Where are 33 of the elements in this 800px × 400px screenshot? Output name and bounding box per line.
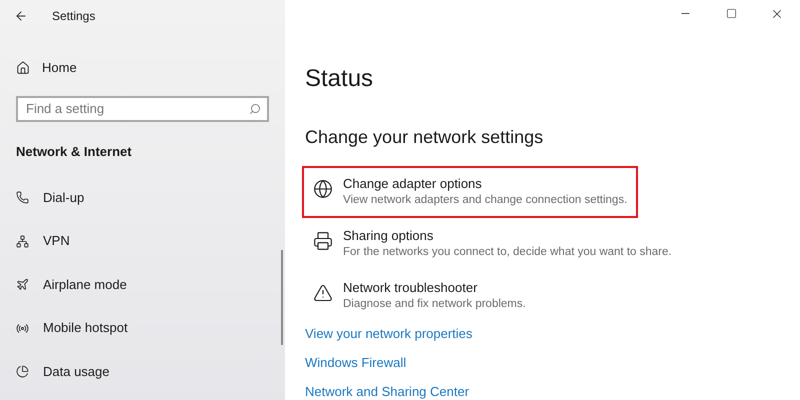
option-title[interactable]: Change adapter options <box>343 175 628 192</box>
window-title: Settings <box>52 8 96 25</box>
broadcast-icon <box>16 322 29 334</box>
section-heading: Network & Internet <box>16 142 133 160</box>
option-description: For the networks you connect to, decide what you want to share. <box>343 245 672 260</box>
option-title[interactable]: Network troubleshooter <box>343 279 526 296</box>
maximize-icon <box>726 8 736 19</box>
settings-link[interactable]: View your network properties <box>305 326 800 342</box>
option-description: Diagnose and fix network problems. <box>343 297 526 312</box>
network-icon <box>16 234 29 248</box>
nav-item[interactable]: Data usage <box>43 362 110 382</box>
search-icon[interactable] <box>249 102 261 114</box>
nav-item[interactable]: Mobile hotspot <box>43 318 128 338</box>
settings-link[interactable]: Network and Sharing Center <box>305 384 800 400</box>
home-icon <box>16 60 30 75</box>
phone-icon <box>16 191 29 204</box>
page-title: Status <box>305 64 374 94</box>
home-link[interactable]: Home <box>42 58 77 78</box>
settings-link[interactable]: Windows Firewall <box>305 355 800 371</box>
scrollbar[interactable] <box>281 250 283 345</box>
option-description: View network adapters and change connection settings. <box>343 193 628 208</box>
section-title: Change your network settings <box>305 126 544 149</box>
warning-icon <box>313 283 333 303</box>
nav-item[interactable]: VPN <box>43 231 70 251</box>
nav-item[interactable]: Airplane mode <box>43 274 127 294</box>
nav-item[interactable]: Dial-up <box>43 188 84 208</box>
printer-icon <box>313 231 333 251</box>
search-field[interactable]: Find a setting <box>16 96 269 122</box>
globe-icon <box>313 179 333 199</box>
option-title[interactable]: Sharing options <box>343 227 672 244</box>
pie-chart-icon <box>16 365 29 378</box>
airplane-icon <box>16 278 29 291</box>
back-icon[interactable] <box>14 9 28 23</box>
